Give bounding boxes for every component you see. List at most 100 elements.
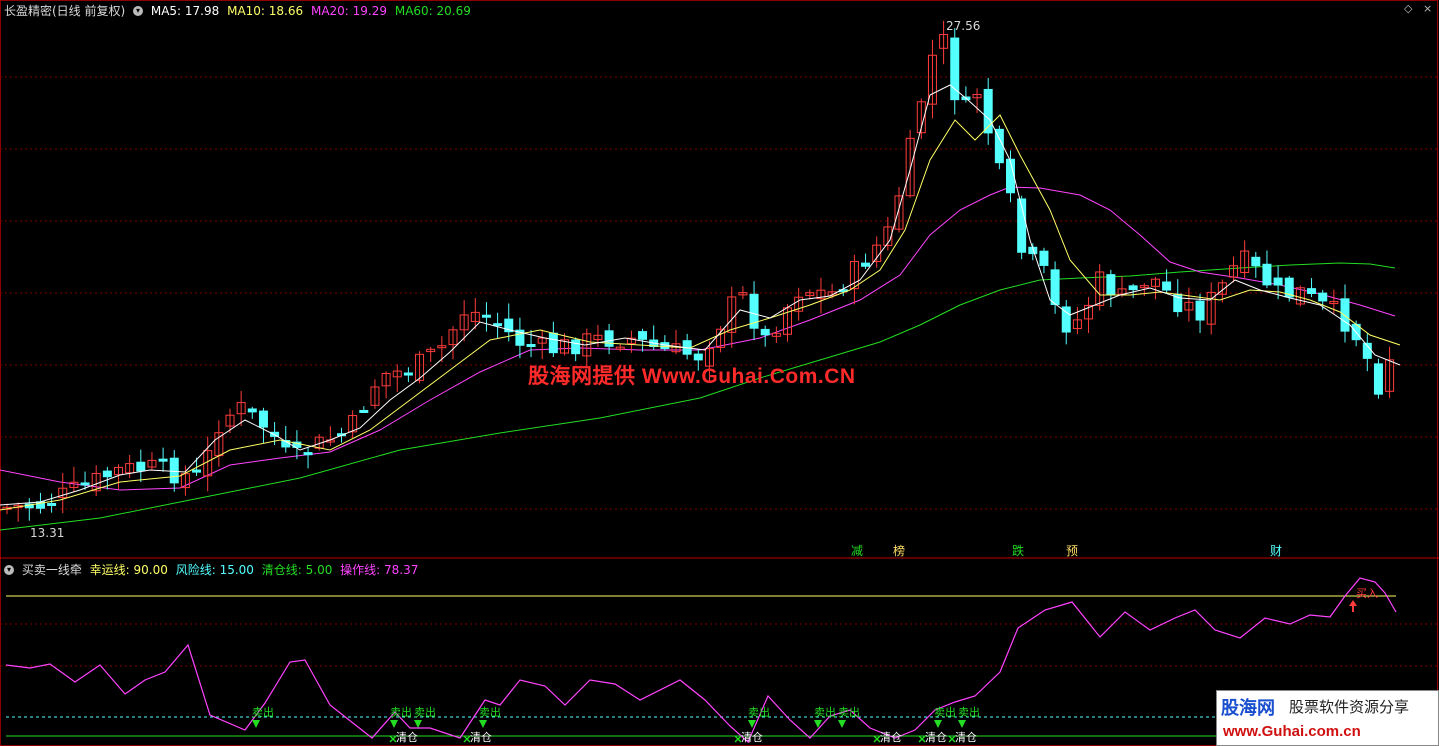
candle-body bbox=[1307, 288, 1317, 294]
indicator-dropdown-icon[interactable]: ▾ bbox=[4, 565, 14, 575]
clear-line-value: 清仓线: 5.00 bbox=[261, 563, 333, 577]
candle[interactable] bbox=[1251, 251, 1261, 278]
candle[interactable] bbox=[1150, 276, 1160, 300]
ma20-line bbox=[0, 186, 1396, 491]
candle[interactable] bbox=[147, 452, 157, 471]
candle-body bbox=[571, 339, 581, 355]
candle[interactable] bbox=[58, 473, 68, 514]
sell-signal-label: 卖出 bbox=[838, 705, 860, 719]
candle[interactable] bbox=[1006, 150, 1015, 203]
candle[interactable] bbox=[972, 88, 982, 114]
candle[interactable] bbox=[1307, 278, 1317, 298]
dropdown-icon[interactable]: ▾ bbox=[133, 6, 144, 16]
candle[interactable] bbox=[615, 343, 625, 352]
candle[interactable] bbox=[682, 333, 692, 360]
candle[interactable] bbox=[927, 39, 937, 119]
stock-title: 长盈精密(日线 前复权) bbox=[4, 4, 126, 18]
ma10-value: MA10: 18.66 bbox=[227, 4, 304, 18]
candle[interactable] bbox=[348, 410, 358, 438]
candle[interactable] bbox=[359, 406, 369, 414]
candle[interactable] bbox=[749, 281, 759, 341]
candle-body bbox=[1273, 277, 1283, 286]
candle[interactable] bbox=[370, 379, 380, 409]
candle-body bbox=[1039, 250, 1049, 266]
buy-arrow-icon bbox=[1349, 600, 1357, 612]
candle[interactable] bbox=[716, 326, 726, 353]
candle[interactable] bbox=[1206, 282, 1216, 335]
candle-body bbox=[548, 332, 558, 354]
sell-signal-label: 卖出 bbox=[958, 705, 980, 719]
candle[interactable] bbox=[392, 364, 402, 392]
candle[interactable] bbox=[660, 335, 670, 351]
candle[interactable] bbox=[247, 406, 257, 419]
event-marker-bang: 榜 bbox=[893, 543, 905, 558]
candle[interactable] bbox=[125, 455, 135, 479]
event-marker-die: 跌 bbox=[1012, 543, 1024, 558]
candle[interactable] bbox=[738, 286, 748, 300]
candle[interactable] bbox=[872, 236, 882, 268]
candle[interactable] bbox=[950, 28, 960, 115]
candle[interactable] bbox=[426, 346, 436, 362]
candle[interactable] bbox=[1039, 247, 1049, 274]
candle[interactable] bbox=[303, 447, 313, 469]
candle[interactable] bbox=[537, 329, 547, 360]
candle[interactable] bbox=[214, 420, 224, 467]
candle[interactable] bbox=[180, 465, 190, 496]
close-icon[interactable]: × bbox=[1423, 2, 1432, 15]
candle[interactable] bbox=[481, 302, 491, 332]
candle[interactable] bbox=[983, 77, 993, 145]
sell-arrow-icon bbox=[252, 720, 260, 728]
candle[interactable] bbox=[1373, 358, 1383, 399]
clear-signal-label: 清仓 bbox=[925, 730, 947, 744]
candle[interactable] bbox=[727, 286, 737, 348]
candle[interactable] bbox=[883, 216, 893, 251]
risk-line-value: 风险线: 15.00 bbox=[175, 563, 254, 577]
candle-body bbox=[1162, 281, 1172, 291]
candle[interactable] bbox=[1084, 296, 1094, 334]
candle[interactable] bbox=[47, 493, 57, 513]
candle-body bbox=[760, 328, 770, 336]
candle-body bbox=[1128, 285, 1138, 291]
candle-body bbox=[403, 372, 413, 376]
candle[interactable] bbox=[437, 336, 447, 363]
candle[interactable] bbox=[91, 465, 101, 497]
candle[interactable] bbox=[1240, 240, 1250, 278]
candle[interactable] bbox=[325, 426, 335, 446]
candle[interactable] bbox=[158, 447, 168, 472]
candle[interactable] bbox=[905, 129, 915, 198]
main-chart-header: 长盈精密(日线 前复权) ▾ MA5: 17.98 MA10: 18.66 MA… bbox=[4, 2, 475, 18]
candle[interactable] bbox=[593, 324, 603, 348]
candle[interactable] bbox=[771, 326, 781, 344]
candle-body bbox=[192, 469, 202, 473]
candle[interactable] bbox=[13, 502, 23, 522]
candle[interactable] bbox=[760, 325, 770, 347]
candle[interactable] bbox=[604, 324, 614, 355]
candle[interactable] bbox=[1106, 269, 1116, 308]
candle[interactable] bbox=[448, 326, 458, 360]
diamond-icon[interactable]: ◇ bbox=[1404, 2, 1412, 15]
candle[interactable] bbox=[1061, 299, 1071, 345]
candle[interactable] bbox=[571, 337, 581, 362]
candle-body bbox=[102, 470, 112, 478]
clear-signal-label: 清仓 bbox=[396, 730, 418, 744]
candle[interactable] bbox=[69, 466, 79, 493]
candle[interactable] bbox=[849, 254, 859, 305]
candle[interactable] bbox=[1262, 250, 1272, 289]
candle[interactable] bbox=[403, 367, 413, 383]
ma20-path bbox=[0, 186, 1396, 491]
sell-arrow-icon bbox=[958, 720, 966, 728]
indicator-name: 买卖一线牵 bbox=[21, 563, 82, 577]
candle-body bbox=[247, 408, 257, 413]
candle[interactable] bbox=[136, 449, 146, 483]
candle[interactable] bbox=[861, 253, 871, 269]
candle[interactable] bbox=[816, 277, 826, 314]
candle-body bbox=[638, 331, 648, 340]
event-marker-yu: 预 bbox=[1066, 544, 1078, 558]
candle[interactable] bbox=[258, 407, 268, 443]
candle[interactable] bbox=[1385, 346, 1395, 399]
candle[interactable] bbox=[292, 430, 302, 460]
candle[interactable] bbox=[1229, 256, 1238, 283]
candle[interactable] bbox=[381, 371, 391, 399]
candle[interactable] bbox=[515, 317, 525, 359]
candle-body bbox=[1373, 363, 1383, 395]
